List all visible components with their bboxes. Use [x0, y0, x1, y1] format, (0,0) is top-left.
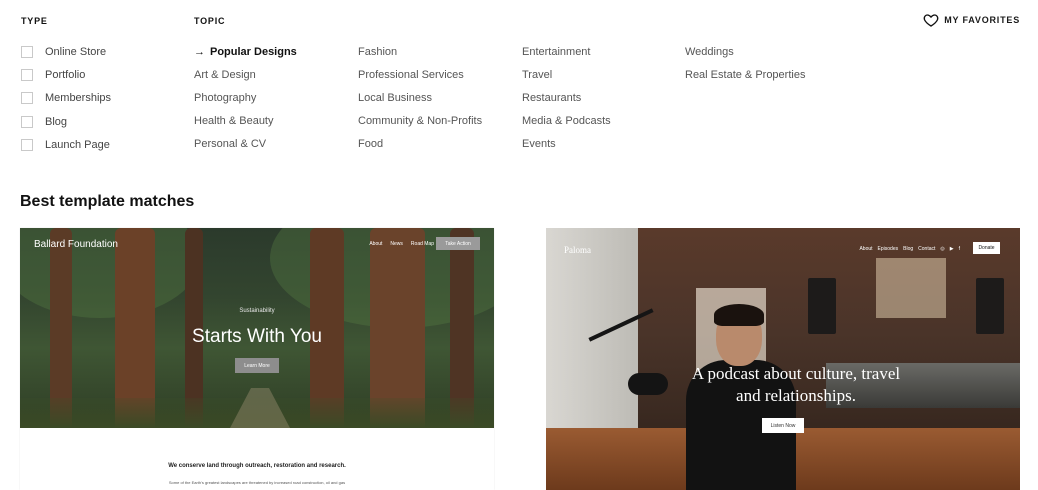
headline-line: and relationships. [736, 386, 856, 405]
topic-heading: TOPIC [194, 16, 226, 26]
template-body: We conserve land through outreach, resto… [20, 428, 494, 490]
youtube-icon: ▶ [949, 246, 954, 252]
topic-column-2: Fashion Professional Services Local Busi… [358, 40, 482, 156]
checkbox[interactable] [21, 92, 33, 105]
topic-popular-designs[interactable]: → Popular Designs [194, 40, 297, 63]
type-option-label: Online Store [45, 45, 107, 58]
topic-community-non-profits[interactable]: Community & Non-Profits [358, 110, 482, 133]
arrow-right-icon: → [194, 45, 205, 58]
type-filter-list: Online Store Portfolio Memberships Blog … [21, 40, 111, 157]
template-hero-button: Learn More [235, 358, 279, 373]
template-hero-button: Listen Now [762, 418, 804, 433]
host-hair [714, 304, 764, 326]
type-heading: TYPE [21, 16, 48, 26]
speaker-shape [976, 278, 1004, 334]
template-preview-image: Ballard Foundation About News Road Map T… [20, 228, 494, 428]
topic-personal-cv[interactable]: Personal & CV [194, 133, 297, 156]
template-description: Some of the Earth's greatest landscapes … [168, 480, 346, 485]
headline-line: A podcast about culture, travel [691, 364, 901, 383]
template-brand: Ballard Foundation [34, 239, 118, 250]
my-favorites-button[interactable]: MY FAVORITES [923, 12, 1020, 28]
checkbox[interactable] [21, 69, 33, 82]
facebook-icon: f [958, 246, 960, 252]
speaker-shape [808, 278, 836, 334]
type-option-launch-page[interactable]: Launch Page [21, 134, 111, 157]
template-card-podcast[interactable]: Paloma About Episodes Blog Contact ◎ ▶ f… [546, 228, 1020, 490]
template-nav-item: Episodes [877, 246, 899, 252]
type-option-memberships[interactable]: Memberships [21, 87, 111, 110]
template-eyebrow: Sustainability [239, 308, 275, 314]
section-title: Best template matches [20, 193, 195, 210]
topic-restaurants[interactable]: Restaurants [522, 86, 611, 109]
checkbox[interactable] [21, 45, 33, 58]
checkbox[interactable] [21, 139, 33, 152]
type-option-portfolio[interactable]: Portfolio [21, 63, 111, 86]
topic-fashion[interactable]: Fashion [358, 40, 482, 63]
template-headline: A podcast about culture, travel and rela… [646, 363, 946, 407]
template-nav-item: About [859, 246, 873, 252]
type-option-online-store[interactable]: Online Store [21, 40, 111, 63]
topic-professional-services[interactable]: Professional Services [358, 63, 482, 86]
topic-food[interactable]: Food [358, 133, 482, 156]
topic-local-business[interactable]: Local Business [358, 86, 482, 109]
template-nav-item: Blog [903, 246, 914, 252]
template-nav-item: Contact [918, 246, 936, 252]
template-nav-item: News [390, 241, 403, 247]
topic-art-design[interactable]: Art & Design [194, 63, 297, 86]
my-favorites-label: MY FAVORITES [944, 15, 1020, 25]
template-nav: About Episodes Blog Contact ◎ ▶ f [859, 246, 960, 252]
template-preview-image: Paloma About Episodes Blog Contact ◎ ▶ f… [546, 228, 1020, 490]
topic-column-3: Entertainment Travel Restaurants Media &… [522, 40, 611, 156]
topic-health-beauty[interactable]: Health & Beauty [194, 110, 297, 133]
topic-entertainment[interactable]: Entertainment [522, 40, 611, 63]
type-option-label: Portfolio [45, 69, 86, 82]
heart-icon [923, 14, 939, 27]
topic-photography[interactable]: Photography [194, 86, 297, 109]
topic-real-estate-properties[interactable]: Real Estate & Properties [685, 63, 805, 86]
topic-column-1: → Popular Designs Art & Design Photograph… [194, 40, 297, 156]
type-option-label: Blog [45, 115, 68, 128]
studio-lamp [876, 258, 946, 318]
topic-weddings[interactable]: Weddings [685, 40, 805, 63]
template-cta: Take Action [436, 237, 480, 250]
template-mission-text: We conserve land through outreach, resto… [168, 463, 346, 469]
topic-label: Popular Designs [210, 45, 297, 58]
template-cta: Donate [973, 242, 1000, 254]
template-card-forest[interactable]: Ballard Foundation About News Road Map T… [20, 228, 494, 490]
topic-events[interactable]: Events [522, 133, 611, 156]
template-filters: TYPE TOPIC Online Store Portfolio Member… [0, 0, 1038, 170]
type-option-label: Memberships [45, 92, 112, 105]
checkbox[interactable] [21, 115, 33, 128]
instagram-icon: ◎ [940, 246, 945, 252]
template-nav: About News Road Map [369, 241, 434, 247]
type-option-label: Launch Page [45, 139, 110, 152]
type-option-blog[interactable]: Blog [21, 110, 111, 133]
topic-media-podcasts[interactable]: Media & Podcasts [522, 110, 611, 133]
topic-travel[interactable]: Travel [522, 63, 611, 86]
template-nav-item: About [369, 241, 383, 247]
template-nav-item: Road Map [410, 241, 434, 247]
template-headline: Starts With You [192, 326, 322, 347]
template-brand: Paloma [564, 245, 591, 255]
topic-column-4: Weddings Real Estate & Properties [685, 40, 805, 86]
